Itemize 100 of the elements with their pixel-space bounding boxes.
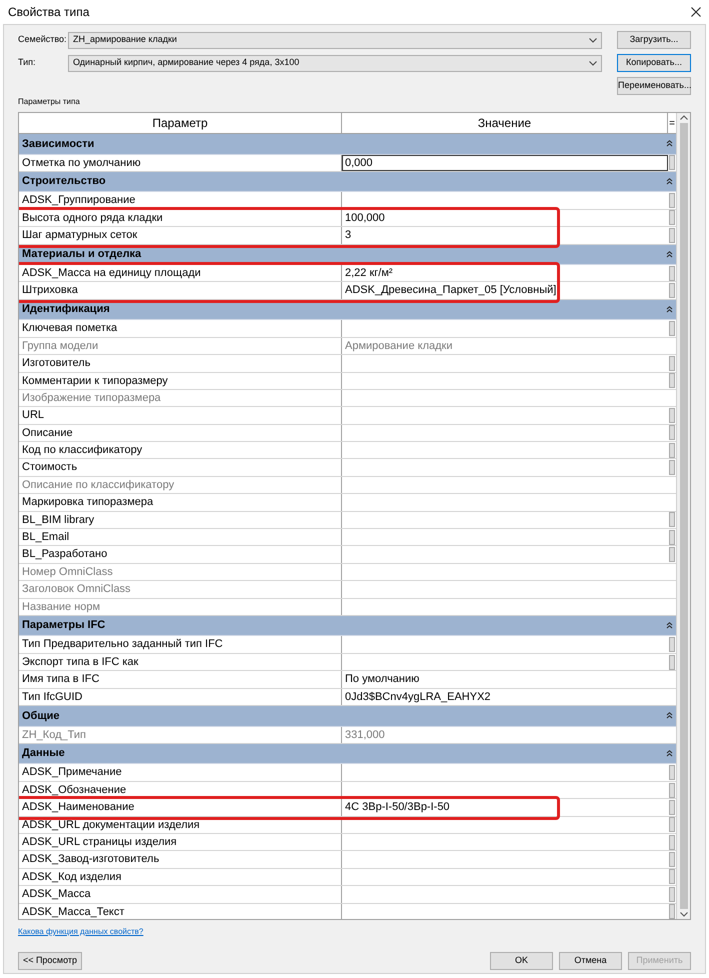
table-row[interactable]: ADSK_Завод-изготовитель xyxy=(19,851,676,869)
parameter-cell: BL_Разработано xyxy=(19,546,342,563)
associate-parameter-button[interactable] xyxy=(669,425,675,440)
associate-parameter-button[interactable] xyxy=(669,155,675,170)
associate-parameter-button[interactable] xyxy=(669,800,675,815)
table-row[interactable]: ADSK_Примечание xyxy=(19,764,676,782)
value-cell-text: 331,000 xyxy=(344,728,386,743)
scrollbar[interactable] xyxy=(676,113,690,919)
associate-parameter-button[interactable] xyxy=(669,834,675,850)
collapse-icon[interactable] xyxy=(666,712,673,720)
parameter-cell: ADSK_Масса xyxy=(19,886,342,903)
table-row[interactable]: Изготовитель xyxy=(19,355,676,373)
group-header: Идентификация xyxy=(22,302,110,318)
table-row[interactable]: URL xyxy=(19,407,676,425)
type-label: Тип: xyxy=(18,56,37,70)
table-row[interactable]: Тип IfcGUID 0Jd3$BCnv4ygLRA_EAHYX2 xyxy=(19,688,676,706)
help-link[interactable]: Какова функция данных свойств? xyxy=(18,926,144,938)
associate-parameter-button[interactable] xyxy=(669,512,675,528)
scroll-down-icon[interactable] xyxy=(680,912,688,917)
associate-parameter-button[interactable] xyxy=(669,373,675,388)
table-row[interactable]: Стоимость xyxy=(19,459,676,477)
parameter-cell: Группа модели xyxy=(19,338,342,354)
associate-parameter-button[interactable] xyxy=(669,408,675,423)
table-row[interactable]: ADSK_Код изделия xyxy=(19,868,676,886)
associate-parameter-button[interactable] xyxy=(669,869,675,884)
associate-parameter-button[interactable] xyxy=(669,210,675,226)
copy-button[interactable]: Копировать... xyxy=(617,54,691,72)
parameter-cell: ADSK_Масса на единицу площади xyxy=(19,265,342,282)
collapse-icon[interactable] xyxy=(666,306,673,314)
parameter-cell: Название норм xyxy=(19,598,342,615)
associate-parameter-button[interactable] xyxy=(669,530,675,545)
associate-parameter-button[interactable] xyxy=(669,460,675,476)
preview-button[interactable]: << Просмотр xyxy=(18,952,82,970)
table-row[interactable]: ADSK_Масса xyxy=(19,886,676,904)
section-label: Параметры типа xyxy=(18,96,81,108)
table-row[interactable]: Комментарии к типоразмеру xyxy=(19,372,676,390)
associate-parameter-button[interactable] xyxy=(669,547,675,562)
parameter-cell: Изображение типоразмера xyxy=(19,390,342,406)
value-cell[interactable]: 0,000 xyxy=(342,154,668,171)
associate-parameter-button[interactable] xyxy=(669,886,675,902)
table-row[interactable]: Имя типа в IFC По умолчанию xyxy=(19,671,676,689)
collapse-icon[interactable] xyxy=(666,140,673,148)
table-row[interactable]: Ключевая пометка xyxy=(19,320,676,338)
associate-parameter-button[interactable] xyxy=(669,321,675,336)
parameter-cell: Заголовок OmniClass xyxy=(19,581,342,598)
associate-parameter-button[interactable] xyxy=(669,637,675,652)
table-row[interactable]: BL_BIM library xyxy=(19,512,676,530)
associate-parameter-button[interactable] xyxy=(669,266,675,281)
associate-parameter-button[interactable] xyxy=(669,356,675,371)
associate-parameter-button[interactable] xyxy=(669,193,675,208)
value-cell-text: ADSK_Древесина_Паркет_05 [Условный] xyxy=(344,283,558,298)
scroll-thumb[interactable] xyxy=(680,123,688,909)
rename-button[interactable]: Переименовать... xyxy=(617,77,691,95)
parameter-cell: ADSK_URL документации изделия xyxy=(19,816,342,833)
parameter-cell: ADSK_Группирование xyxy=(19,192,342,209)
dropdown-field[interactable]: ZH_армирование кладки xyxy=(68,32,602,48)
chevron-down-icon xyxy=(589,38,597,42)
associate-parameter-button[interactable] xyxy=(669,228,675,243)
dropdown-field[interactable]: Одинарный кирпич, армирование через 4 ряда, 3x100 xyxy=(68,54,602,72)
table-row[interactable]: BL_Разработано xyxy=(19,546,676,564)
associate-parameter-button[interactable] xyxy=(669,817,675,832)
parameter-cell: ADSK_Обозначение xyxy=(19,782,342,798)
table-row[interactable]: BL_Email xyxy=(19,529,676,546)
value-cell-text: 2,22 кг/м² xyxy=(344,266,394,282)
parameter-cell: Штриховка xyxy=(19,282,342,299)
value-cell-text: 100,000 xyxy=(344,210,386,226)
table-row[interactable]: Экспорт типа в IFC как xyxy=(19,654,676,672)
close-icon[interactable] xyxy=(691,7,701,17)
group-header: Зависимости xyxy=(22,136,94,152)
scroll-up-icon[interactable] xyxy=(680,115,688,120)
table-row[interactable]: Тип Предварительно заданный тип IFC xyxy=(19,636,676,654)
group-header: Параметры IFC xyxy=(22,618,106,634)
column-header[interactable]: = xyxy=(668,113,676,133)
table-row[interactable]: Шаг арматурных сеток 3 xyxy=(19,227,676,245)
associate-parameter-button[interactable] xyxy=(669,654,675,670)
associate-parameter-button[interactable] xyxy=(669,442,675,458)
table-row[interactable]: Отметка по умолчанию 0,000 xyxy=(19,154,676,172)
associate-parameter-button[interactable] xyxy=(669,765,675,780)
parameter-cell: ADSK_Завод-изготовитель xyxy=(19,851,342,868)
collapse-icon[interactable] xyxy=(666,250,673,258)
parameter-cell: Тип IfcGUID xyxy=(19,688,342,706)
table-row[interactable]: ADSK_URL страницы изделия xyxy=(19,834,676,852)
associate-parameter-button[interactable] xyxy=(669,782,675,798)
column-header[interactable]: Значение xyxy=(342,113,668,133)
table-row[interactable]: Описание xyxy=(19,424,676,442)
associate-parameter-button[interactable] xyxy=(669,852,675,868)
associate-parameter-button[interactable] xyxy=(669,283,675,298)
table-row[interactable]: Код по классификатору xyxy=(19,442,676,460)
load-button[interactable]: Загрузить... xyxy=(617,31,691,49)
dialog-button[interactable]: Отмена xyxy=(559,952,622,970)
collapse-icon[interactable] xyxy=(666,622,673,630)
column-header[interactable]: Параметр xyxy=(19,113,342,133)
parameter-cell: Тип Предварительно заданный тип IFC xyxy=(19,636,342,653)
dialog-button[interactable]: OK xyxy=(490,952,553,970)
collapse-icon[interactable] xyxy=(666,178,673,186)
parameter-cell: ADSK_Примечание xyxy=(19,764,342,781)
collapse-icon[interactable] xyxy=(666,750,673,758)
table-row[interactable]: Маркировка типоразмера xyxy=(19,494,676,512)
associate-parameter-button[interactable] xyxy=(669,904,675,919)
table-row[interactable]: ADSK_Масса_Текст xyxy=(19,904,676,919)
